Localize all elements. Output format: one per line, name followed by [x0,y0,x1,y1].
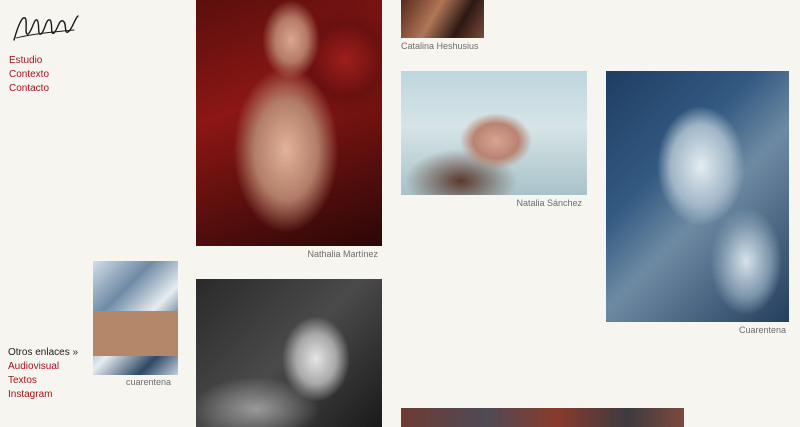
caption-nathalia-martinez: Nathalia Martínez [307,249,378,259]
caption-natalia-sanchez: Natalia Sánchez [516,198,582,208]
photo-black-white-portrait[interactable] [196,279,382,427]
other-links: Otros enlaces » Audiovisual Textos Insta… [8,346,78,402]
nav-link-estudio[interactable]: Estudio [9,54,49,68]
link-instagram[interactable]: Instagram [8,388,78,402]
caption-cuarentena-cyanotype: Cuarentena [738,325,786,335]
photo-nathalia-martinez[interactable] [196,0,382,246]
nav-link-contacto[interactable]: Contacto [9,82,49,96]
main-nav: Estudio Contexto Contacto [9,54,49,96]
link-audiovisual[interactable]: Audiovisual [8,360,78,374]
other-links-heading: Otros enlaces » [8,347,79,358]
photo-catalina-heshusius[interactable] [401,0,484,38]
photo-cuarentena-collage[interactable] [93,261,178,375]
photo-cuarentena-cyanotype[interactable] [606,71,789,322]
photo-natalia-sanchez[interactable] [401,71,587,195]
nav-link-contexto[interactable]: Contexto [9,68,49,82]
signature-logo-icon[interactable] [12,10,80,44]
link-textos[interactable]: Textos [8,374,78,388]
caption-catalina-heshusius: Catalina Heshusius [401,41,479,51]
photo-partial-bottom[interactable] [401,408,684,427]
caption-cuarentena-collage: cuarentena [126,377,172,387]
